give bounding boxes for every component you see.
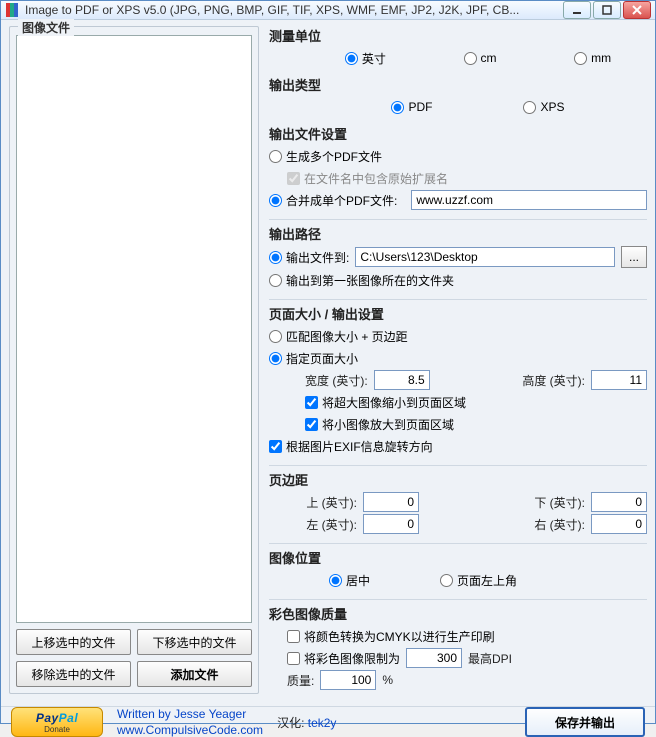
right-column: 测量单位 英寸 cm mm 输出类型 PDF XPS 输出文件设置 生成多个PD… — [269, 26, 647, 700]
margin-right-label: 右 (英寸): — [515, 516, 585, 533]
titlebar: Image to PDF or XPS v5.0 (JPG, PNG, BMP,… — [1, 1, 655, 20]
footer: PayPal Donate Written by Jesse Yeager ww… — [1, 706, 655, 737]
position-center-radio[interactable]: 居中 — [329, 572, 370, 589]
unit-heading: 测量单位 — [269, 26, 647, 45]
minimize-button[interactable] — [563, 1, 591, 19]
output-same-folder-radio[interactable]: 输出到第一张图像所在的文件夹 — [269, 272, 454, 289]
move-up-button[interactable]: 上移选中的文件 — [16, 629, 131, 655]
unit-cm-radio[interactable]: cm — [464, 51, 497, 65]
margin-bottom-input[interactable] — [591, 492, 647, 512]
unit-inch-radio[interactable]: 英寸 — [345, 50, 386, 67]
output-path-section: 输出路径 输出文件到: ... 输出到第一张图像所在的文件夹 — [269, 224, 647, 291]
limit-dpi-check[interactable]: 将彩色图像限制为 — [287, 650, 400, 667]
max-dpi-input[interactable] — [406, 648, 462, 668]
output-type-section: 输出类型 PDF XPS — [269, 75, 647, 118]
page-size-section: 页面大小 / 输出设置 匹配图像大小 + 页边距 指定页面大小 宽度 (英寸):… — [269, 304, 647, 457]
single-pdf-name-input[interactable] — [411, 190, 647, 210]
file-list[interactable] — [16, 35, 252, 623]
image-files-group: 图像文件 上移选中的文件 下移选中的文件 移除选中的文件 添加文件 — [9, 26, 259, 694]
position-section: 图像位置 居中 页面左上角 — [269, 548, 647, 591]
cmyk-check[interactable]: 将颜色转换为CMYK以进行生产印刷 — [287, 628, 495, 645]
window-title: Image to PDF or XPS v5.0 (JPG, PNG, BMP,… — [25, 3, 563, 17]
output-xps-radio[interactable]: XPS — [523, 100, 564, 114]
website-link[interactable]: www.CompulsiveCode.com — [117, 723, 263, 737]
translator-link[interactable]: tek2y — [308, 716, 337, 730]
quality-label: 质量: — [287, 672, 314, 689]
height-label: 高度 (英寸): — [522, 372, 585, 389]
paypal-donate-button[interactable]: PayPal Donate — [11, 707, 103, 737]
margins-heading: 页边距 — [269, 470, 647, 489]
translator: 汉化: tek2y — [277, 714, 336, 731]
close-button[interactable] — [623, 1, 651, 19]
shrink-large-check[interactable]: 将超大图像缩小到页面区域 — [305, 394, 466, 411]
output-file-heading: 输出文件设置 — [269, 124, 647, 143]
margin-top-input[interactable] — [363, 492, 419, 512]
unit-mm-radio[interactable]: mm — [574, 51, 611, 65]
app-window: Image to PDF or XPS v5.0 (JPG, PNG, BMP,… — [0, 0, 656, 724]
width-label: 宽度 (英寸): — [305, 372, 368, 389]
exif-rotate-check[interactable]: 根据图片EXIF信息旋转方向 — [269, 438, 433, 455]
maximize-button[interactable] — [593, 1, 621, 19]
author-label: Written by Jesse Yeager — [117, 707, 263, 721]
single-pdf-radio[interactable]: 合并成单个PDF文件: — [269, 192, 397, 209]
position-topleft-radio[interactable]: 页面左上角 — [440, 572, 517, 589]
app-icon — [5, 2, 21, 18]
match-image-radio[interactable]: 匹配图像大小 + 页边距 — [269, 328, 408, 345]
margins-section: 页边距 上 (英寸): 下 (英寸): 左 (英寸): 右 (英寸): — [269, 470, 647, 535]
add-files-button[interactable]: 添加文件 — [137, 661, 252, 687]
output-file-section: 输出文件设置 生成多个PDF文件 在文件名中包含原始扩展名 合并成单个PDF文件… — [269, 124, 647, 211]
page-size-heading: 页面大小 / 输出设置 — [269, 304, 647, 323]
quality-input[interactable] — [320, 670, 376, 690]
browse-folder-button[interactable]: ... — [621, 246, 647, 268]
margin-top-label: 上 (英寸): — [287, 494, 357, 511]
client-area: 图像文件 上移选中的文件 下移选中的文件 移除选中的文件 添加文件 测量单位 — [1, 20, 655, 706]
include-orig-ext-check: 在文件名中包含原始扩展名 — [287, 170, 448, 187]
left-column: 图像文件 上移选中的文件 下移选中的文件 移除选中的文件 添加文件 — [9, 26, 259, 700]
unit-section: 测量单位 英寸 cm mm — [269, 26, 647, 69]
percent-label: % — [382, 673, 393, 687]
output-type-heading: 输出类型 — [269, 75, 647, 94]
image-files-legend: 图像文件 — [18, 19, 74, 36]
move-down-button[interactable]: 下移选中的文件 — [137, 629, 252, 655]
output-path-heading: 输出路径 — [269, 224, 647, 243]
save-and-output-button[interactable]: 保存并输出 — [525, 707, 645, 737]
quality-section: 彩色图像质量 将颜色转换为CMYK以进行生产印刷 将彩色图像限制为 最高DPI … — [269, 604, 647, 691]
window-buttons — [563, 1, 651, 19]
position-heading: 图像位置 — [269, 548, 647, 567]
quality-heading: 彩色图像质量 — [269, 604, 647, 623]
output-pdf-radio[interactable]: PDF — [391, 100, 432, 114]
multi-pdf-radio[interactable]: 生成多个PDF文件 — [269, 148, 382, 165]
max-dpi-label: 最高DPI — [468, 650, 512, 667]
specify-size-radio[interactable]: 指定页面大小 — [269, 350, 358, 367]
margin-left-label: 左 (英寸): — [287, 516, 357, 533]
remove-button[interactable]: 移除选中的文件 — [16, 661, 131, 687]
height-input[interactable] — [591, 370, 647, 390]
enlarge-small-check[interactable]: 将小图像放大到页面区域 — [305, 416, 454, 433]
credits: Written by Jesse Yeager www.CompulsiveCo… — [117, 707, 263, 737]
width-input[interactable] — [374, 370, 430, 390]
margin-left-input[interactable] — [363, 514, 419, 534]
margin-bottom-label: 下 (英寸): — [515, 494, 585, 511]
output-to-folder-radio[interactable]: 输出文件到: — [269, 249, 349, 266]
output-folder-input[interactable] — [355, 247, 615, 267]
margin-right-input[interactable] — [591, 514, 647, 534]
